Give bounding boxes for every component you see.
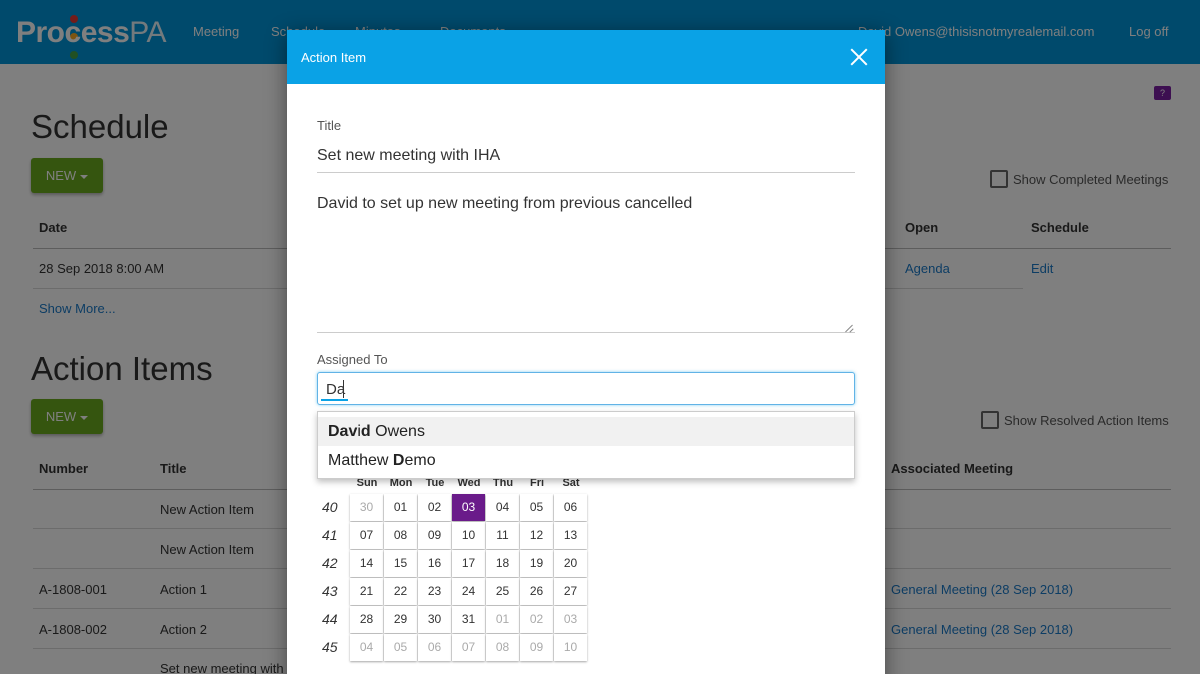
match-text: d bbox=[360, 423, 371, 440]
calendar-day[interactable]: 19 bbox=[520, 550, 553, 577]
calendar-day[interactable]: 04 bbox=[486, 494, 519, 521]
calendar-day[interactable]: 05 bbox=[384, 634, 417, 661]
match-text: Dav bbox=[328, 423, 358, 440]
modal-title: Action Item bbox=[301, 50, 367, 65]
calendar-day[interactable]: 20 bbox=[554, 550, 587, 577]
modal-header: Action Item bbox=[287, 30, 885, 84]
resize-handle-icon[interactable] bbox=[846, 324, 854, 332]
suggestion-text: Owens bbox=[370, 423, 425, 440]
calendar-day[interactable]: 02 bbox=[418, 494, 451, 521]
suggestion-text: emo bbox=[404, 452, 436, 469]
calendar-day[interactable]: 01 bbox=[486, 606, 519, 633]
text-cursor bbox=[343, 380, 344, 398]
calendar-day[interactable]: 28 bbox=[350, 606, 383, 633]
title-field-input[interactable]: Set new meeting with IHA bbox=[317, 147, 500, 165]
calendar-day[interactable]: 31 bbox=[452, 606, 485, 633]
week-number: 45 bbox=[322, 639, 338, 655]
calendar-day[interactable]: 05 bbox=[520, 494, 553, 521]
calendar-day[interactable]: 07 bbox=[452, 634, 485, 661]
calendar-day[interactable]: 17 bbox=[452, 550, 485, 577]
title-field-label: Title bbox=[317, 118, 342, 133]
description-textarea[interactable]: David to set up new meeting from previou… bbox=[317, 195, 692, 213]
calendar-day[interactable]: 01 bbox=[384, 494, 417, 521]
calendar-day[interactable]: 30 bbox=[418, 606, 451, 633]
calendar-day[interactable]: 23 bbox=[418, 578, 451, 605]
calendar-day[interactable]: 08 bbox=[486, 634, 519, 661]
calendar-day[interactable]: 24 bbox=[452, 578, 485, 605]
suggestion-david-owens[interactable]: David Owens bbox=[318, 417, 854, 446]
calendar-day[interactable]: 08 bbox=[384, 522, 417, 549]
calendar-day[interactable]: 06 bbox=[554, 494, 587, 521]
calendar-day[interactable]: 26 bbox=[520, 578, 553, 605]
calendar-day[interactable]: 15 bbox=[384, 550, 417, 577]
calendar-day[interactable]: 09 bbox=[520, 634, 553, 661]
calendar-day[interactable]: 10 bbox=[554, 634, 587, 661]
calendar-day[interactable]: 07 bbox=[350, 522, 383, 549]
calendar-day[interactable]: 04 bbox=[350, 634, 383, 661]
week-number: 40 bbox=[322, 499, 338, 515]
description-underline bbox=[317, 332, 855, 333]
calendar-day[interactable]: 11 bbox=[486, 522, 519, 549]
week-number: 42 bbox=[322, 555, 338, 571]
suggestion-text: Matthew bbox=[328, 452, 393, 469]
calendar-day[interactable]: 29 bbox=[384, 606, 417, 633]
calendar-day[interactable]: 03 bbox=[452, 494, 485, 521]
week-number: 43 bbox=[322, 583, 338, 599]
assigned-to-input[interactable]: Da bbox=[317, 372, 855, 405]
title-field-underline bbox=[317, 172, 855, 173]
calendar-day[interactable]: 27 bbox=[554, 578, 587, 605]
week-number: 41 bbox=[322, 527, 338, 543]
week-number: 44 bbox=[322, 611, 338, 627]
calendar-day[interactable]: 10 bbox=[452, 522, 485, 549]
calendar-day[interactable]: 22 bbox=[384, 578, 417, 605]
action-item-modal: Action Item Title Set new meeting with I… bbox=[287, 30, 885, 674]
calendar-day[interactable]: 30 bbox=[350, 494, 383, 521]
assigned-to-label: Assigned To bbox=[317, 352, 388, 367]
calendar-day[interactable]: 12 bbox=[520, 522, 553, 549]
close-icon[interactable] bbox=[850, 48, 868, 66]
calendar-day[interactable]: 06 bbox=[418, 634, 451, 661]
calendar-day[interactable]: 25 bbox=[486, 578, 519, 605]
calendar-day[interactable]: 13 bbox=[554, 522, 587, 549]
suggestion-matthew-demo[interactable]: Matthew Demo bbox=[318, 446, 854, 475]
calendar-day[interactable]: 16 bbox=[418, 550, 451, 577]
calendar-day[interactable]: 18 bbox=[486, 550, 519, 577]
spellcheck-underline bbox=[321, 399, 348, 401]
calendar-day[interactable]: 21 bbox=[350, 578, 383, 605]
calendar-day[interactable]: 09 bbox=[418, 522, 451, 549]
calendar-day[interactable]: 14 bbox=[350, 550, 383, 577]
calendar-day[interactable]: 03 bbox=[554, 606, 587, 633]
match-text: D bbox=[392, 452, 405, 469]
calendar-day[interactable]: 02 bbox=[520, 606, 553, 633]
assignee-suggestions: David Owens Matthew Demo bbox=[317, 411, 855, 479]
